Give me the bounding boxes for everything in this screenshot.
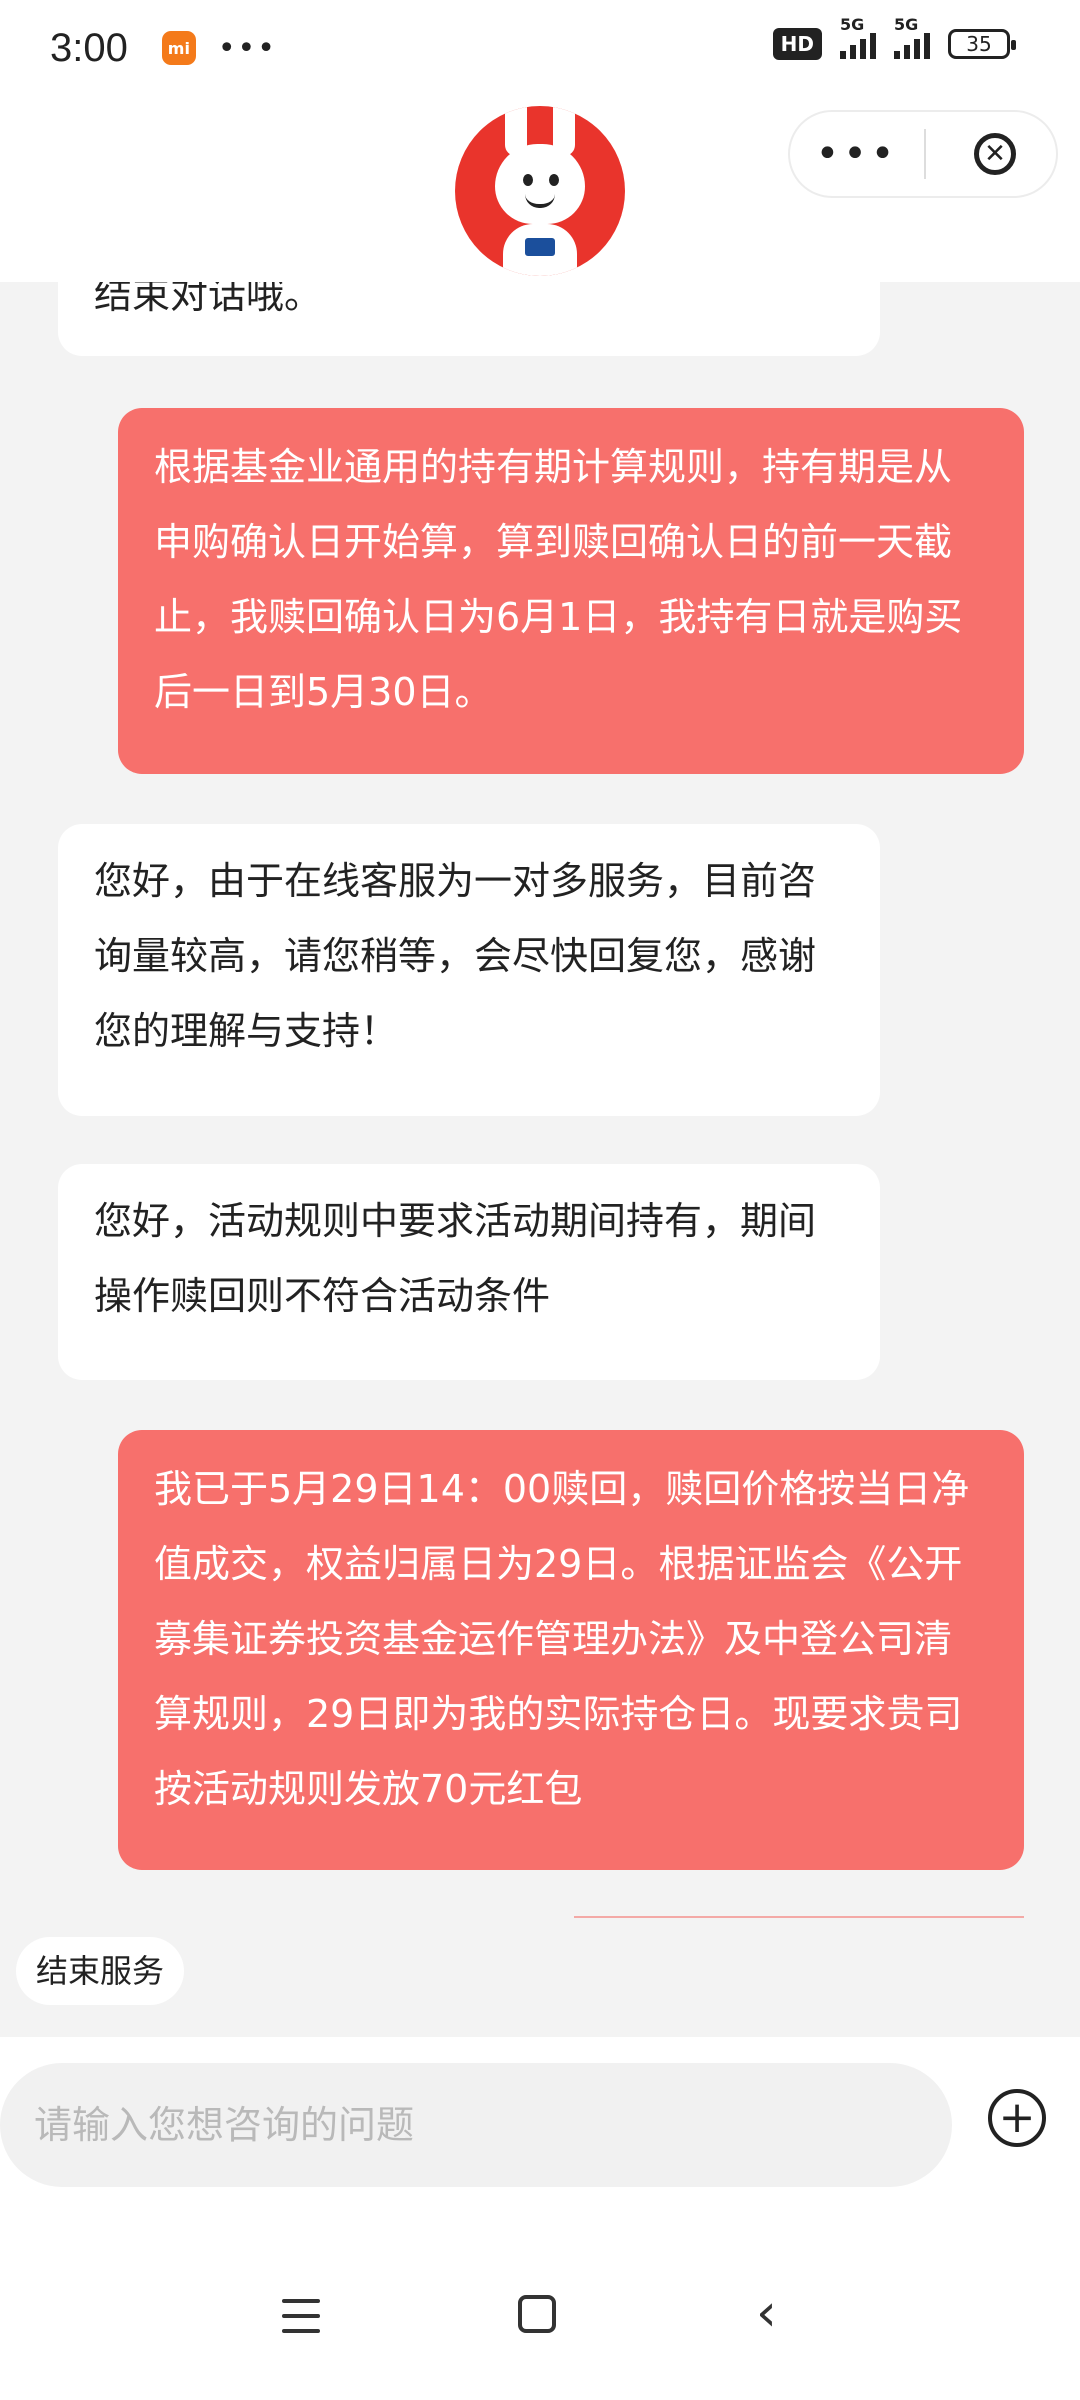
network-type-label-1: 5G [840,15,865,34]
mascot-face [495,106,585,224]
recent-apps-icon[interactable] [282,2299,320,2344]
signal-icon-1: 5G [840,15,876,59]
status-time: 3:00 [50,25,128,70]
more-notifications-icon: ••• [217,30,277,66]
home-icon[interactable] [518,2295,556,2333]
more-options-button[interactable]: ••• [790,134,924,174]
status-indicators: HD 5G 5G 35 [772,15,1016,60]
status-bar: 3:00 mi ••• HD 5G 5G 35 [0,0,1080,96]
mini-program-capsule: ••• ✕ [788,110,1058,198]
close-icon[interactable]: ✕ [974,133,1016,175]
capsule-divider [924,129,926,179]
agent-message: 结束对话哦。 [58,282,880,356]
mi-notification-icon: mi [161,31,196,65]
add-attachment-icon[interactable]: + [988,2089,1046,2147]
battery-icon: 35 [948,29,1016,59]
system-navigation-bar: ‹ [0,2285,1080,2365]
user-message: 我已于5月29日14：00赎回，赎回价格按当日净值成交，权益归属日为29日。根据… [118,1430,1024,1870]
assistant-avatar [455,106,625,276]
agent-message: 您好，活动规则中要求活动期间持有，期间操作赎回则不符合活动条件 [58,1164,880,1380]
question-input[interactable]: 请输入您想咨询的问题 [0,2063,952,2187]
hd-voice-icon: HD [772,28,822,60]
agent-message: 您好，由于在线客服为一对多服务，目前咨询量较高，请您稍等，会尽快回复您，感谢您的… [58,824,880,1116]
end-service-button[interactable]: 结束服务 [16,1937,185,2005]
chat-header: ••• ✕ [0,96,1080,282]
network-type-label-2: 5G [894,15,919,34]
message-divider [574,1916,1024,1918]
back-icon[interactable]: ‹ [756,2287,777,2339]
signal-icon-2: 5G [894,15,930,59]
user-message: 根据基金业通用的持有期计算规则，持有期是从申购确认日开始算，算到赎回确认日的前一… [118,408,1024,774]
chat-message-list[interactable]: 结束对话哦。 根据基金业通用的持有期计算规则，持有期是从申购确认日开始算，算到赎… [0,282,1080,2037]
